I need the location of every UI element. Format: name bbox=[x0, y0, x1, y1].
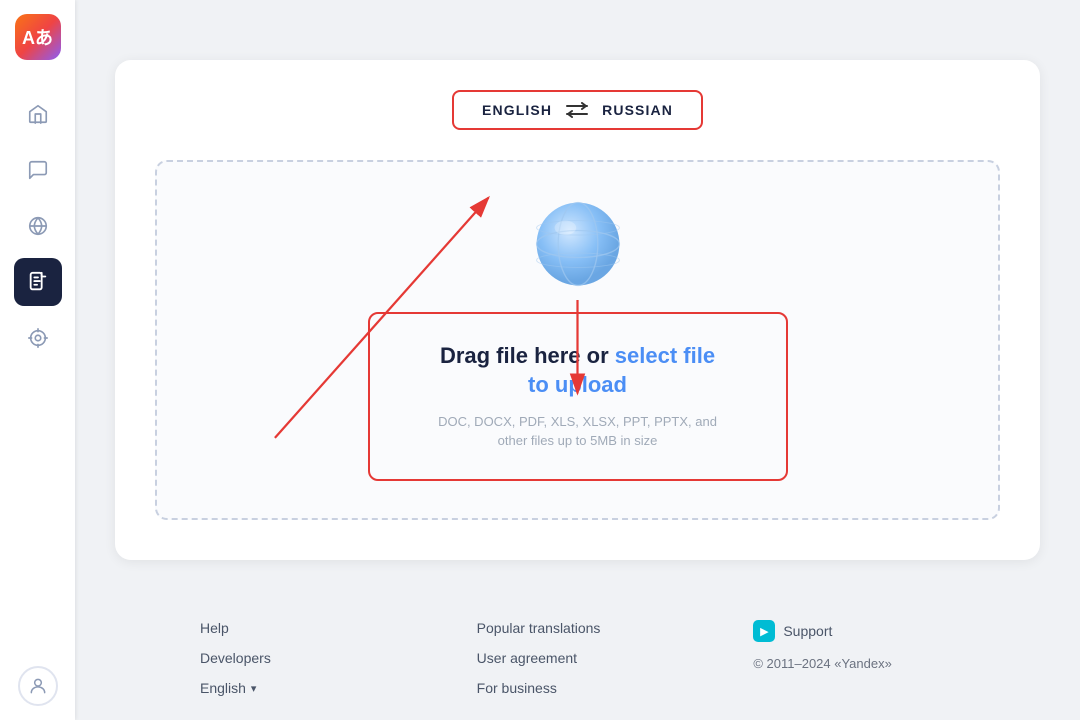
swap-languages-icon[interactable] bbox=[566, 102, 588, 118]
footer-link-popular-translations[interactable]: Popular translations bbox=[477, 620, 754, 636]
content-area: ENGLISH RUSSIAN bbox=[75, 0, 1080, 600]
footer-link-user-agreement[interactable]: User agreement bbox=[477, 650, 754, 666]
upload-title: Drag file here or select file to upload bbox=[430, 342, 726, 399]
footer-support-label: Support bbox=[783, 623, 832, 639]
footer-link-support[interactable]: ▶ Support bbox=[753, 620, 1030, 642]
sidebar: Aあ bbox=[0, 0, 75, 720]
sidebar-item-ocr[interactable] bbox=[14, 314, 62, 362]
footer-link-help[interactable]: Help bbox=[200, 620, 477, 636]
upload-box[interactable]: Drag file here or select file to upload … bbox=[368, 312, 788, 480]
sidebar-item-home[interactable] bbox=[14, 90, 62, 138]
sidebar-item-document[interactable] bbox=[14, 258, 62, 306]
footer-link-developers[interactable]: Developers bbox=[200, 650, 477, 666]
footer-col-2: Popular translations User agreement For … bbox=[477, 620, 754, 696]
copyright-text: © 2011–2024 «Yandex» bbox=[753, 656, 1030, 671]
globe-icon bbox=[533, 199, 623, 289]
upload-subtitle: DOC, DOCX, PDF, XLS, XLSX, PPT, PPTX, an… bbox=[430, 412, 726, 451]
upload-title-static: Drag file here or bbox=[440, 343, 615, 368]
sidebar-nav bbox=[14, 90, 62, 666]
footer-col-3: ▶ Support © 2011–2024 «Yandex» bbox=[753, 620, 1030, 696]
footer-col-1: Help Developers English ▾ bbox=[200, 620, 477, 696]
main-content: ENGLISH RUSSIAN bbox=[75, 0, 1080, 720]
source-language-label: ENGLISH bbox=[482, 102, 552, 118]
translator-card: ENGLISH RUSSIAN bbox=[115, 60, 1040, 560]
app-logo[interactable]: Aあ bbox=[15, 14, 61, 60]
footer-link-language[interactable]: English ▾ bbox=[200, 680, 477, 696]
chevron-down-icon: ▾ bbox=[251, 682, 257, 695]
language-bar: ENGLISH RUSSIAN bbox=[155, 90, 1000, 130]
target-language-label: RUSSIAN bbox=[602, 102, 673, 118]
drop-zone[interactable]: Drag file here or select file to upload … bbox=[155, 160, 1000, 520]
support-icon: ▶ bbox=[753, 620, 775, 642]
footer-language-label: English bbox=[200, 680, 246, 696]
language-selector[interactable]: ENGLISH RUSSIAN bbox=[452, 90, 703, 130]
globe-icon-wrap bbox=[533, 199, 623, 294]
sidebar-item-translate[interactable] bbox=[14, 202, 62, 250]
footer-link-for-business[interactable]: For business bbox=[477, 680, 754, 696]
user-avatar[interactable] bbox=[18, 666, 58, 706]
sidebar-item-chat[interactable] bbox=[14, 146, 62, 194]
footer: Help Developers English ▾ Popular transl… bbox=[150, 600, 1080, 720]
